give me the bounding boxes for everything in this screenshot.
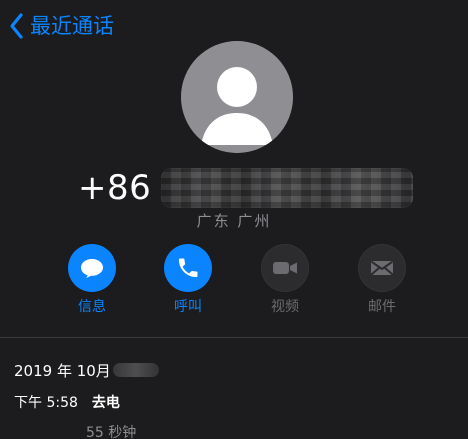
phone-icon <box>178 258 198 278</box>
call-label: 呼叫 <box>174 299 202 315</box>
video-label: 视频 <box>271 299 299 315</box>
section-divider <box>0 337 468 338</box>
mail-label: 邮件 <box>368 299 396 315</box>
back-label: 最近通话 <box>30 13 114 38</box>
message-action[interactable]: 信息 <box>52 244 132 322</box>
call-details-screen: 最近通话 +86 广东 广州 信息 呼叫 视频 邮件 2019 年 10月 下午… <box>0 0 468 439</box>
chevron-left-icon <box>8 12 24 40</box>
call-button[interactable] <box>164 244 212 292</box>
back-button[interactable]: 最近通话 <box>8 10 114 42</box>
phone-number-masked <box>161 168 414 208</box>
action-row: 信息 呼叫 视频 邮件 <box>0 244 468 322</box>
video-camera-icon <box>273 262 297 274</box>
call-date-masked <box>112 363 159 377</box>
message-label: 信息 <box>78 299 106 315</box>
message-button[interactable] <box>68 244 116 292</box>
call-history: 2019 年 10月 下午 5:58 去电 55 秒钟 <box>14 360 454 439</box>
mail-action[interactable]: 邮件 <box>342 244 422 322</box>
mail-button[interactable] <box>358 244 406 292</box>
video-button[interactable] <box>261 244 309 292</box>
call-date: 2019 年 10月 <box>14 360 454 380</box>
call-duration: 55 秒钟 <box>86 425 137 439</box>
message-bubble-icon <box>81 259 103 278</box>
mail-icon <box>371 261 393 275</box>
phone-number-prefix: +86 <box>78 168 152 208</box>
avatar <box>181 41 293 153</box>
call-entry: 下午 5:58 去电 <box>14 392 454 412</box>
person-silhouette-icon <box>181 41 293 153</box>
phone-number: +86 <box>78 164 414 212</box>
call-time: 下午 5:58 <box>14 395 78 411</box>
call-date-text: 2019 年 10月 <box>14 361 111 380</box>
call-type: 去电 <box>91 395 120 411</box>
video-action[interactable]: 视频 <box>245 244 325 322</box>
call-action[interactable]: 呼叫 <box>148 244 228 322</box>
location-label: 广东 广州 <box>196 212 272 230</box>
